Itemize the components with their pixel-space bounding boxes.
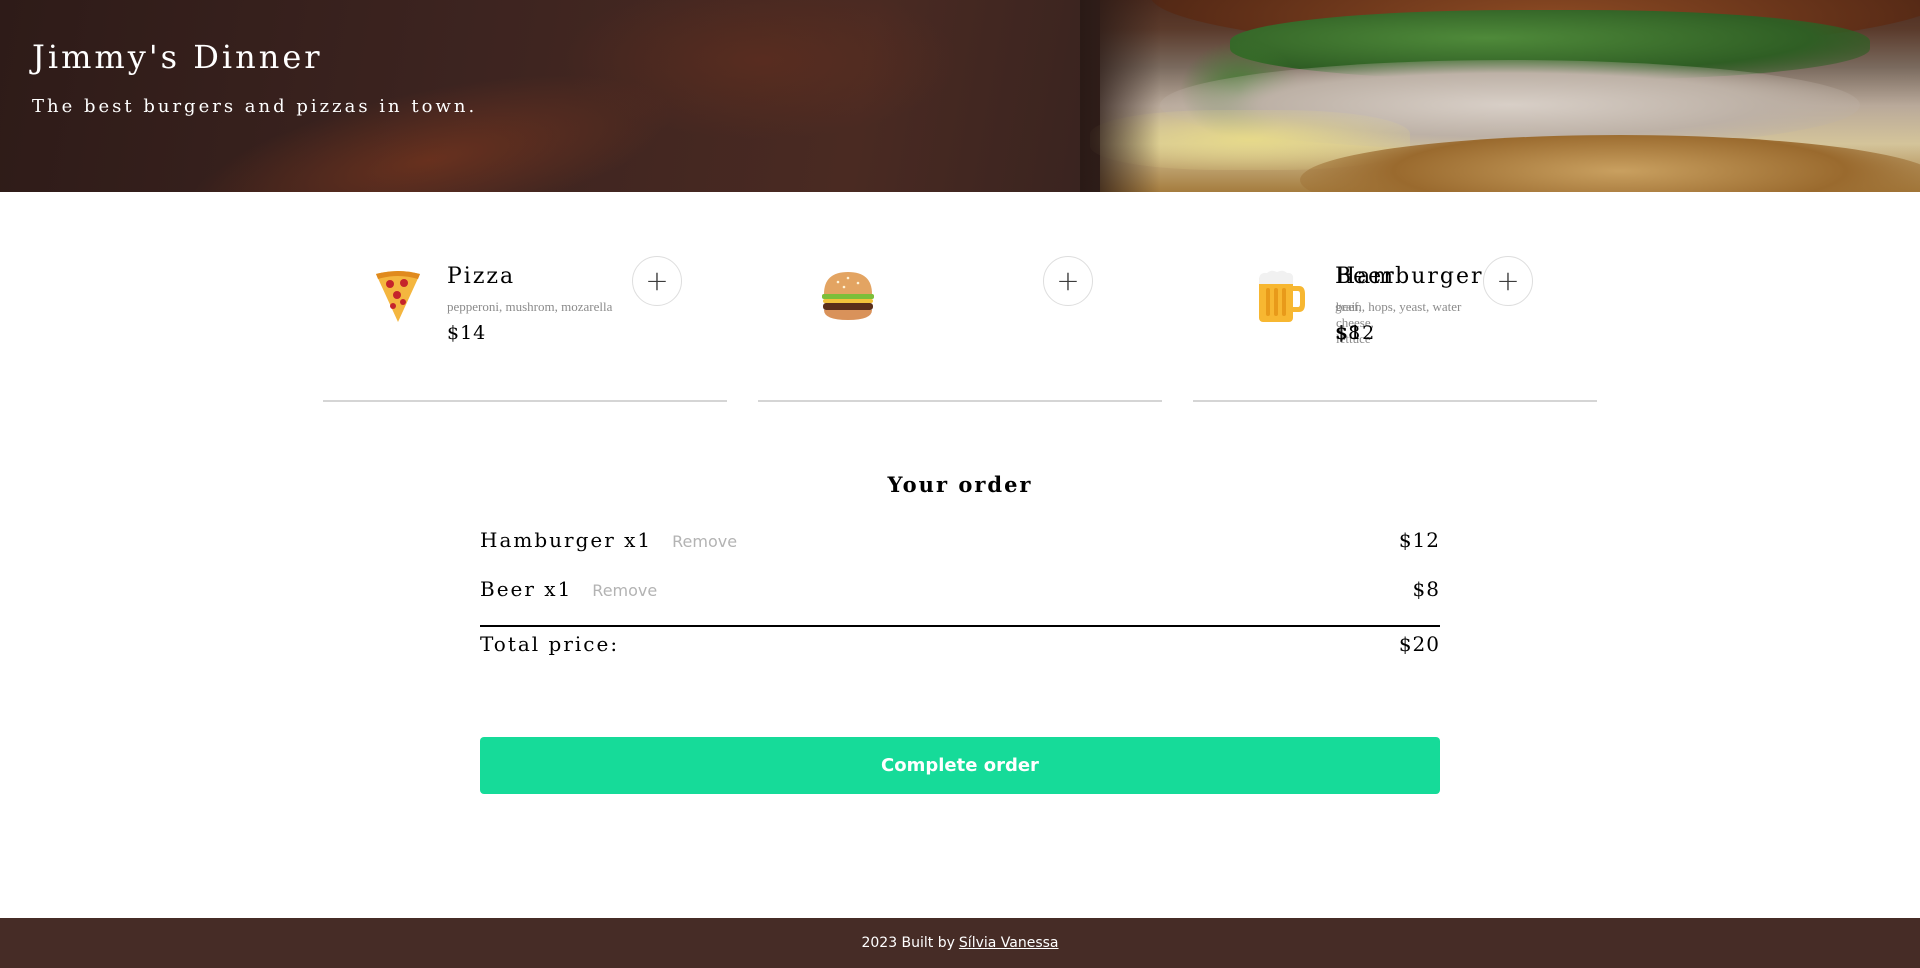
page-subtitle: The best burgers and pizzas in town. xyxy=(32,96,478,117)
add-beer-button[interactable]: + xyxy=(1483,256,1533,306)
complete-order-button[interactable]: Complete order xyxy=(480,737,1440,794)
order-divider xyxy=(480,625,1440,627)
menu-item-name: Beer xyxy=(1335,264,1396,289)
order-item: Hamburger x1 Remove $12 xyxy=(480,528,1440,577)
remove-beer-button[interactable]: Remove xyxy=(592,581,657,600)
menu-item-beer: Beer grain, hops, yeast, water $8 + xyxy=(1193,256,1597,402)
remove-hamburger-button[interactable]: Remove xyxy=(672,532,737,551)
order-item: Beer x1 Remove $8 xyxy=(480,577,1440,626)
footer-text: 2023 Built by xyxy=(861,935,955,951)
pizza-icon xyxy=(368,266,428,326)
total-price-label: Total price: xyxy=(480,632,620,656)
footer-author-link[interactable]: Sílvia Vanessa xyxy=(959,935,1059,951)
beer-icon xyxy=(1251,266,1311,326)
order-item-price: $8 xyxy=(1412,577,1440,601)
hamburger-icon xyxy=(818,266,878,326)
page-title: Jimmy's Dinner xyxy=(32,38,323,76)
order-title: Your order xyxy=(887,472,1033,497)
order-item-name: Hamburger x1 xyxy=(480,528,653,552)
hero-banner: Jimmy's Dinner The best burgers and pizz… xyxy=(0,0,1920,192)
order-total: Total price: $20 xyxy=(480,632,1440,656)
menu-item-price: $14 xyxy=(447,322,487,344)
hero-background-glow xyxy=(560,0,960,140)
menu-item-hamburger: Hamburger beef, cheese, lettuce $12 + xyxy=(758,256,1482,402)
order-item-price: $12 xyxy=(1398,528,1440,552)
hero-image-fade xyxy=(1080,0,1160,192)
menu-item-name: Pizza xyxy=(447,264,516,289)
menu-list: Pizza pepperoni, mushrom, mozarella $14 … xyxy=(323,256,1597,406)
order-list: Hamburger x1 Remove $12 Beer x1 Remove $… xyxy=(480,528,1440,626)
add-pizza-button[interactable]: + xyxy=(632,256,682,306)
total-price-value: $20 xyxy=(1398,632,1440,656)
menu-item-price: $8 xyxy=(1335,322,1362,344)
menu-item-pizza: Pizza pepperoni, mushrom, mozarella $14 … xyxy=(323,256,727,402)
menu-item-ingredients: grain, hops, yeast, water xyxy=(1335,299,1462,314)
footer: 2023 Built by Sílvia Vanessa xyxy=(0,918,1920,968)
order-item-name: Beer x1 xyxy=(480,577,573,601)
menu-item-ingredients: pepperoni, mushrom, mozarella xyxy=(447,299,613,314)
add-hamburger-button[interactable]: + xyxy=(1043,256,1093,306)
